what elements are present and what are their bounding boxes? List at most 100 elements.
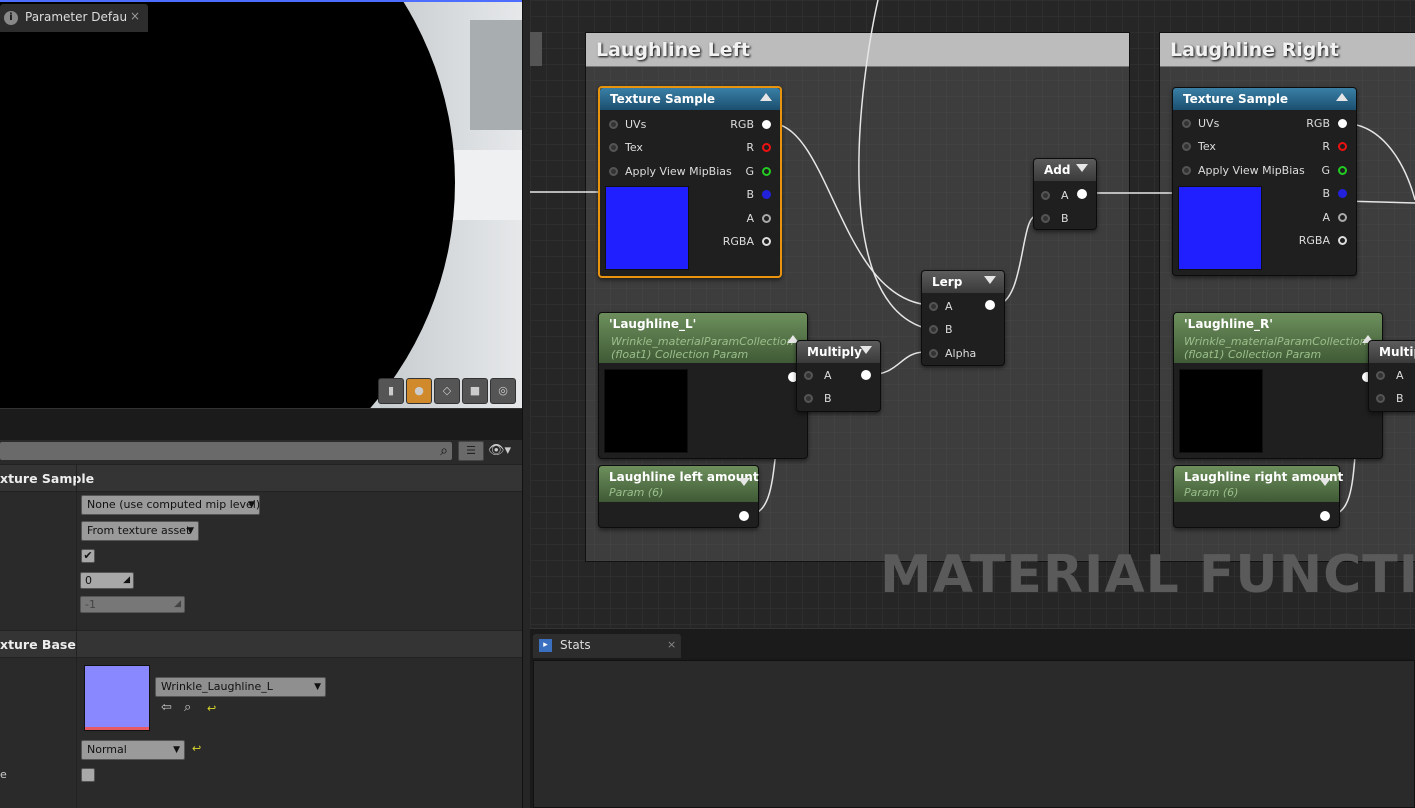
reset-to-default-icon[interactable]: ↩: [192, 742, 201, 755]
browse-icon[interactable]: ⌕: [184, 700, 191, 715]
pin-a-dot[interactable]: [762, 214, 771, 223]
pin-rgba[interactable]: RGBA: [723, 235, 754, 248]
pin-rgb-dot[interactable]: [1338, 119, 1347, 128]
collection-param-node-left[interactable]: 'Laughline_L' Wrinkle_materialParamColle…: [598, 312, 808, 459]
pin-g[interactable]: G: [745, 165, 754, 178]
pin-mipbias[interactable]: Apply View MipBias: [1182, 164, 1305, 177]
collection-param-node-right[interactable]: 'Laughline_R' Wrinkle_materialParamColle…: [1173, 312, 1383, 459]
pin-g[interactable]: G: [1321, 164, 1330, 177]
pin-rgb-dot[interactable]: [762, 120, 771, 129]
cube-icon[interactable]: ■: [462, 378, 488, 404]
sphere-icon[interactable]: ●: [406, 378, 432, 404]
pin-mipbias[interactable]: Apply View MipBias: [609, 165, 732, 178]
view-options-button[interactable]: 👁▾: [488, 441, 520, 461]
scalar-param-node-left[interactable]: Laughline left amount Param (6): [598, 465, 759, 528]
category-texture-sample[interactable]: xture Sample: [0, 464, 522, 493]
close-icon[interactable]: ×: [130, 9, 140, 23]
pin-b[interactable]: B: [929, 323, 953, 336]
pin-rgba-dot[interactable]: [1338, 236, 1347, 245]
pin-tex[interactable]: Tex: [609, 141, 643, 154]
output-pin[interactable]: [1077, 189, 1087, 199]
scalar-param-node-right[interactable]: Laughline right amount Param (6): [1173, 465, 1343, 528]
plane-icon[interactable]: ◇: [434, 378, 460, 404]
expand-icon[interactable]: [984, 276, 996, 284]
pin-b-dot[interactable]: [762, 190, 771, 199]
pin-a[interactable]: A: [1322, 211, 1330, 224]
node-header: 'Laughline_L' Wrinkle_materialParamColle…: [599, 313, 807, 363]
reset-to-default-icon[interactable]: ↩: [207, 702, 216, 715]
pin-rgb[interactable]: RGB: [1306, 117, 1330, 130]
pin-rgba-dot[interactable]: [762, 237, 771, 246]
pin-b[interactable]: B: [1376, 392, 1404, 405]
expand-icon[interactable]: [1076, 164, 1088, 172]
automatic-view-mip-bias-checkbox[interactable]: ✔: [81, 549, 95, 563]
expand-icon[interactable]: [738, 478, 750, 486]
texture-sample-node-right[interactable]: Texture Sample UVs Tex Apply View MipBia…: [1172, 87, 1357, 276]
pin-tex[interactable]: Tex: [1182, 140, 1216, 153]
lerp-node[interactable]: Lerp A B Alpha: [921, 270, 1005, 366]
pin-g-dot[interactable]: [762, 167, 771, 176]
pin-uvs[interactable]: UVs: [609, 118, 646, 131]
pin-r[interactable]: R: [1322, 140, 1330, 153]
pin-a[interactable]: A: [746, 212, 754, 225]
pin-b[interactable]: B: [746, 188, 754, 201]
property-checkbox[interactable]: [81, 768, 95, 782]
tab-stats[interactable]: ▸ Stats ×: [533, 634, 681, 658]
pin-uvs[interactable]: UVs: [1182, 117, 1219, 130]
close-icon[interactable]: ×: [667, 638, 676, 651]
output-pin[interactable]: [1320, 511, 1330, 521]
pin-a[interactable]: A: [804, 369, 832, 382]
pin-a-dot[interactable]: [1338, 213, 1347, 222]
panel-splitter[interactable]: [522, 0, 530, 808]
pin-alpha[interactable]: Alpha: [929, 347, 976, 360]
category-texture-base[interactable]: xture Base: [0, 630, 522, 659]
node-title: 'Laughline_L': [609, 317, 697, 331]
pin-b[interactable]: B: [804, 392, 832, 405]
custom-mesh-icon[interactable]: ◎: [490, 378, 516, 404]
mip-value-mode-dropdown[interactable]: None (use computed mip level) ▼: [81, 495, 260, 515]
pin-a[interactable]: A: [1041, 189, 1069, 202]
pin-b-dot[interactable]: [1338, 189, 1347, 198]
pin-a[interactable]: A: [929, 300, 953, 313]
multiply-node-right[interactable]: Multip A B: [1368, 340, 1415, 412]
pin-rgb[interactable]: RGB: [730, 118, 754, 131]
material-graph-canvas[interactable]: Laughline Left Laughline Right MATERIAL …: [530, 0, 1415, 628]
pin-rgba[interactable]: RGBA: [1299, 234, 1330, 247]
texture-asset-picker[interactable]: Wrinkle_Laughline_L ▼: [155, 677, 326, 697]
material-preview-viewport[interactable]: ▮ ● ◇ ■ ◎: [0, 0, 522, 408]
cylinder-icon[interactable]: ▮: [378, 378, 404, 404]
sampler-source-dropdown[interactable]: From texture asset ▼: [81, 521, 199, 541]
output-pin[interactable]: [739, 511, 749, 521]
node-header: Texture Sample: [1173, 88, 1356, 110]
pin-g-dot[interactable]: [1338, 166, 1347, 175]
chevron-down-icon: ▼: [173, 745, 180, 755]
sampler-type-dropdown[interactable]: Normal ▼: [81, 740, 185, 760]
pin-r-dot[interactable]: [762, 143, 771, 152]
pin-r[interactable]: R: [746, 141, 754, 154]
chevron-down-icon: ▼: [187, 526, 194, 536]
node-header: Texture Sample: [600, 88, 780, 110]
multiply-node-left[interactable]: Multiply A B: [796, 340, 881, 412]
expand-icon[interactable]: [860, 346, 872, 354]
output-pin[interactable]: [861, 370, 871, 380]
pin-a[interactable]: A: [1376, 369, 1404, 382]
use-selected-icon[interactable]: ⇦: [161, 700, 172, 715]
output-pin[interactable]: [985, 300, 995, 310]
node-subtitle: Wrinkle_materialParamCollection: [1184, 335, 1367, 348]
list-view-button[interactable]: ☰: [458, 441, 484, 461]
collapse-icon[interactable]: [1336, 93, 1348, 101]
pin-b[interactable]: B: [1041, 212, 1069, 225]
pin-r-dot[interactable]: [1338, 142, 1347, 151]
expand-icon[interactable]: [1319, 478, 1331, 486]
dropdown-value: None (use computed mip level): [87, 498, 261, 511]
add-node[interactable]: Add A B: [1033, 158, 1097, 230]
collapse-icon[interactable]: [760, 93, 772, 101]
pin-label: B: [1061, 212, 1069, 225]
texture-sample-node-left[interactable]: Texture Sample UVs Tex Apply View MipBia…: [598, 86, 782, 278]
texture-thumbnail[interactable]: [84, 665, 150, 731]
const-coordinate-field[interactable]: 0 ◢: [80, 572, 134, 589]
pin-b[interactable]: B: [1322, 187, 1330, 200]
tab-parameter-defaults[interactable]: i Parameter Defaults ×: [0, 4, 148, 32]
viewport-background-shape: [470, 20, 522, 130]
search-input[interactable]: ⌕: [0, 442, 452, 460]
